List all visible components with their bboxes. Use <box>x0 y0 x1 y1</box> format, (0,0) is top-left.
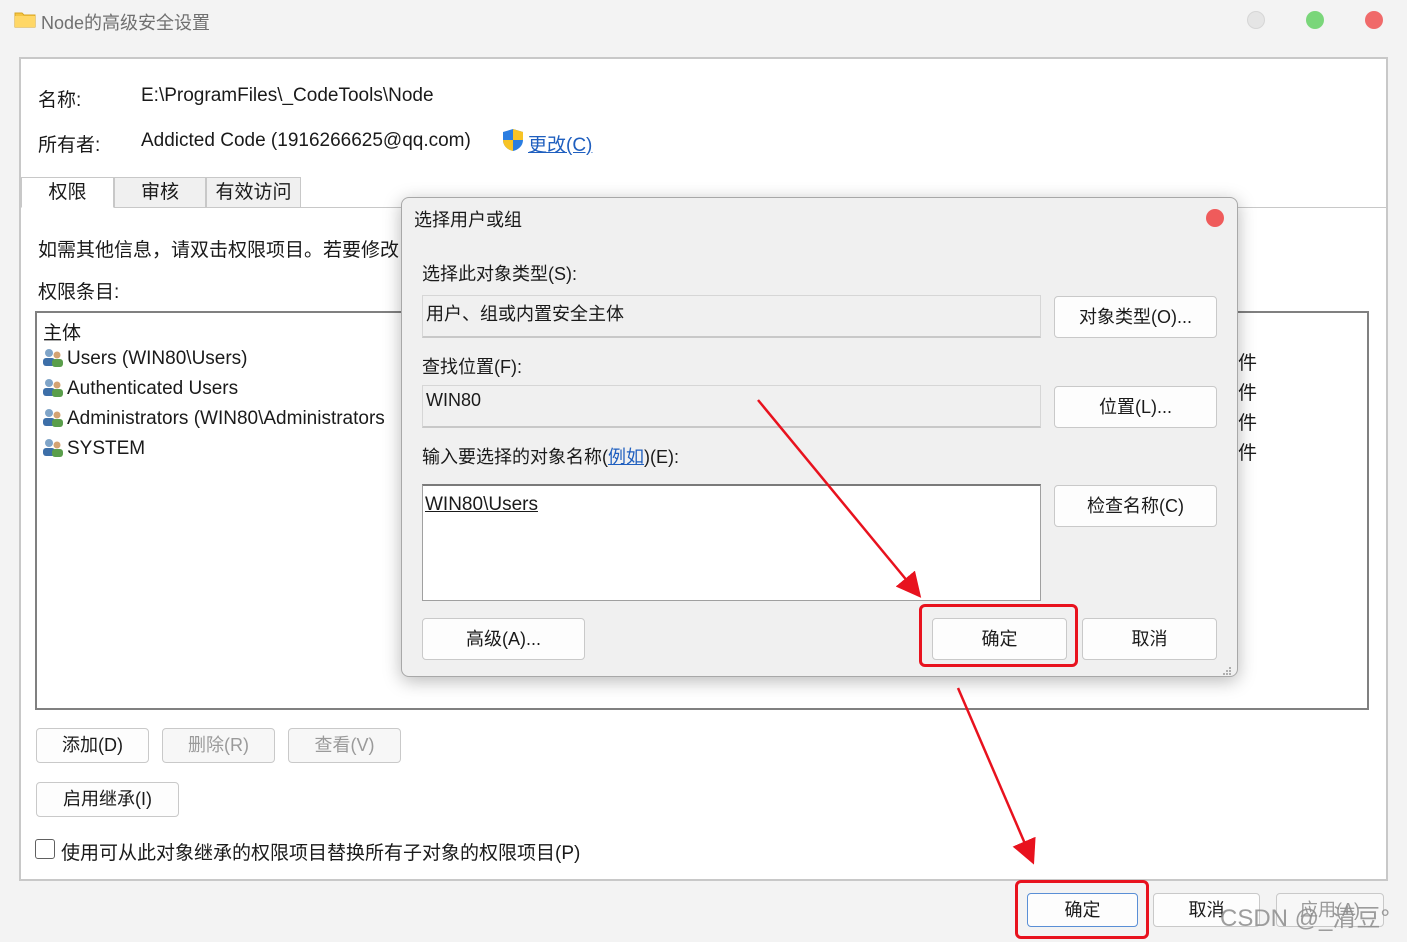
annotation-arrows <box>757 399 1036 865</box>
watermark: CSDN @_清豆° <box>1220 905 1390 932</box>
arrow-to-dialog-ok <box>757 399 922 598</box>
arrow-to-main-ok <box>956 687 1036 865</box>
